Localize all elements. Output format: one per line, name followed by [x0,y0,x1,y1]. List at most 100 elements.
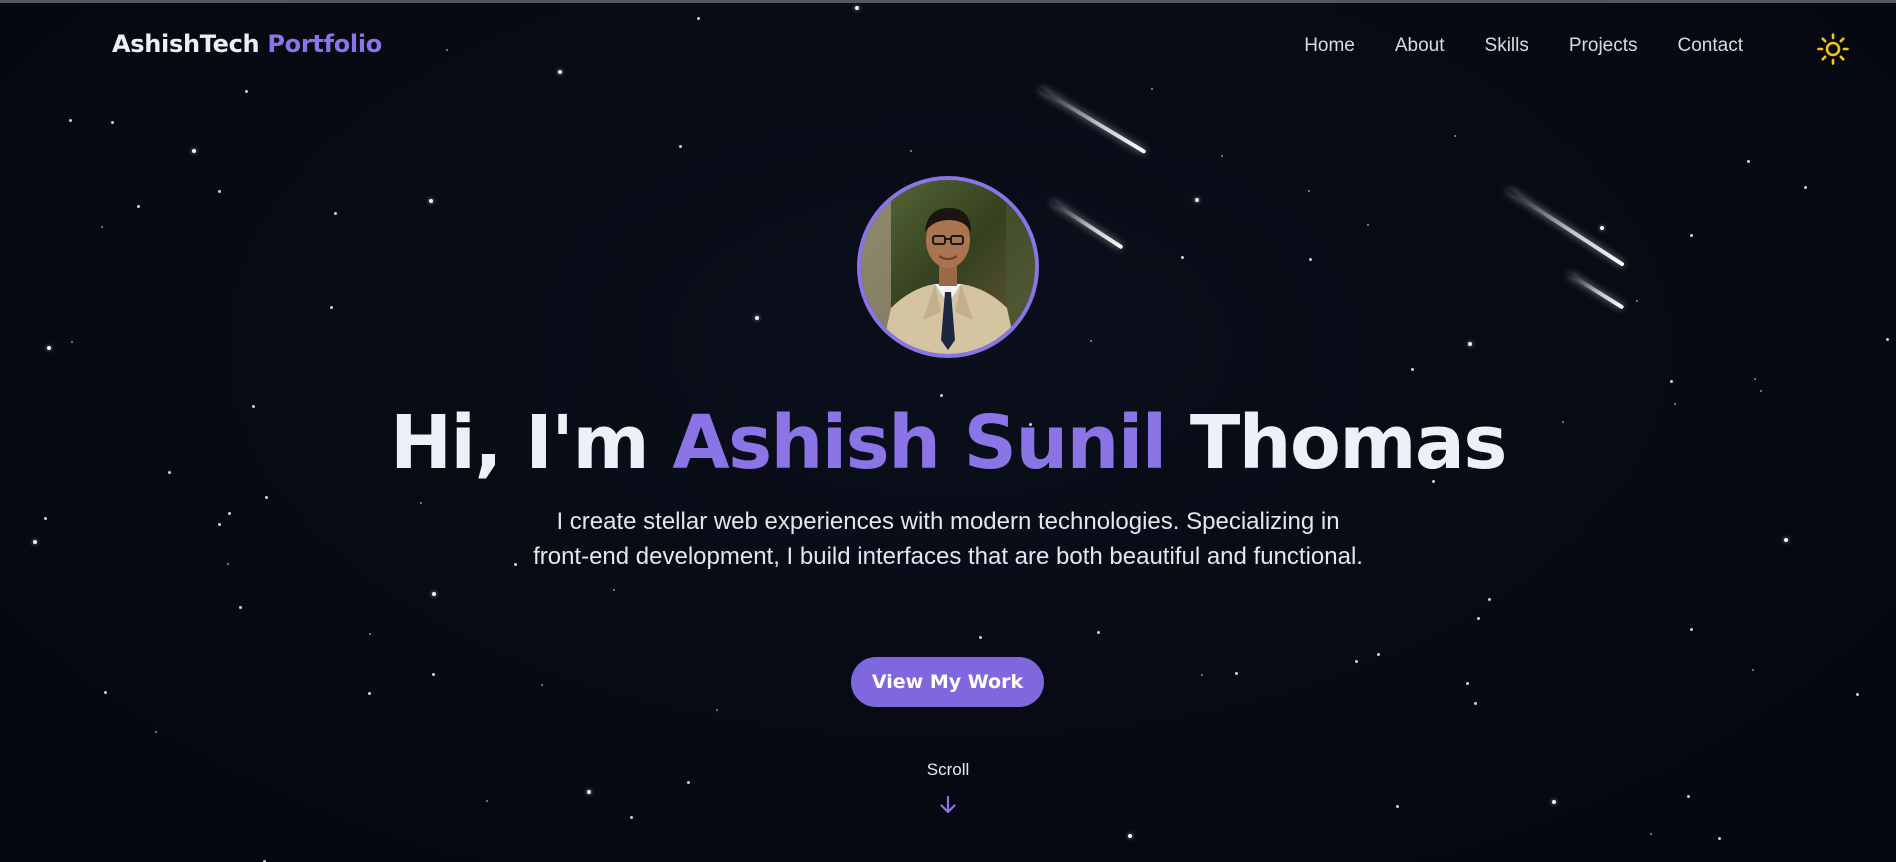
star [47,346,51,350]
star [1477,617,1480,620]
star [446,49,448,51]
star [1718,837,1721,840]
star [716,709,718,711]
star [369,633,371,635]
star [1454,135,1456,137]
star [630,816,633,819]
star [1367,224,1369,226]
star [1690,234,1693,237]
star [101,226,103,228]
nav-link-home[interactable]: Home [1304,35,1355,57]
star [33,540,37,544]
star [1690,628,1693,631]
portfolio-page: AshishTech Portfolio Home About Skills P… [0,0,1896,862]
star [697,17,700,20]
star [1600,226,1604,230]
star [541,684,543,686]
star [218,523,221,526]
star [432,673,435,676]
star [940,394,943,397]
star [1747,160,1750,163]
nav-link-projects[interactable]: Projects [1569,35,1638,57]
star [979,636,982,639]
star [1097,631,1100,634]
star [1804,186,1807,189]
view-my-work-button[interactable]: View My Work [851,657,1044,707]
star [155,731,157,733]
star [330,306,333,309]
star [855,6,859,10]
arrow-down-icon [940,795,956,814]
star [420,502,422,504]
star [218,190,221,193]
star [44,517,47,520]
nav-link-about[interactable]: About [1395,35,1445,57]
star [679,145,682,148]
star [1466,682,1469,685]
star [910,150,912,152]
star [1181,256,1184,259]
theme-toggle-button[interactable] [1816,32,1850,66]
scroll-label: Scroll [926,760,970,779]
star [334,212,337,215]
brand-logo[interactable]: AshishTech Portfolio [112,30,382,58]
star [1488,598,1491,601]
star [432,592,436,596]
star [192,149,196,153]
star [1221,155,1223,157]
star [1670,380,1673,383]
nav-link-contact[interactable]: Contact [1678,35,1743,57]
star [1151,88,1153,90]
hero-name-rest: Thomas [1165,400,1508,486]
star [1377,653,1380,656]
star [228,512,231,515]
star [1760,390,1762,392]
star [1396,805,1399,808]
star [104,691,107,694]
star [486,800,488,802]
star [1552,800,1556,804]
star [1195,198,1199,202]
star [1687,795,1690,798]
star [1752,669,1754,671]
star [558,70,562,74]
hero-subtitle: I create stellar web experiences with mo… [533,508,1363,570]
hero-greeting: Hi, I'm [390,400,673,486]
star [1235,672,1238,675]
brand-name: AshishTech [112,30,260,58]
star [1650,833,1652,835]
star [69,119,72,122]
hero-heading: Hi, I'm Ashish Sunil Thomas [0,400,1896,486]
star [1308,190,1310,192]
star [239,606,242,609]
star [1128,834,1132,838]
star [1355,660,1358,663]
star [429,199,433,203]
star [245,90,248,93]
star [1754,378,1756,380]
star [1090,340,1092,342]
star [137,205,140,208]
star [1636,300,1638,302]
brand-accent: Portfolio [267,30,382,58]
star [1784,538,1788,542]
star [111,121,114,124]
nav-link-skills[interactable]: Skills [1485,35,1529,57]
main-nav: Home About Skills Projects Contact [1304,35,1743,57]
star [368,692,371,695]
star [613,589,615,591]
star [227,563,229,565]
scroll-down-button[interactable] [937,794,959,816]
profile-photo [861,180,1035,354]
star [1474,702,1477,705]
star [587,790,591,794]
star [755,316,759,320]
star [514,563,517,566]
star [1886,338,1889,341]
profile-avatar [857,176,1039,358]
star [1411,368,1414,371]
star [1201,674,1203,676]
star [71,341,73,343]
sun-icon [1817,33,1849,65]
star [1856,693,1859,696]
